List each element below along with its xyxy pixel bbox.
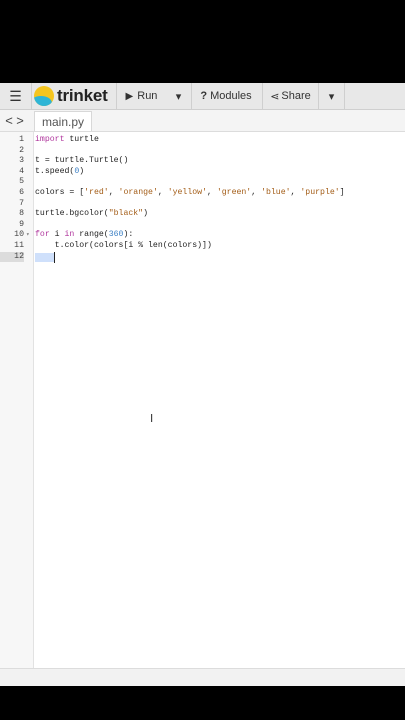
line-number: 3	[19, 156, 24, 166]
share-icon: ⋖	[270, 90, 280, 103]
code-text: turtle.bgcolor("black")	[35, 209, 149, 219]
code-text: t.color(colors[i % len(colors)])	[35, 241, 212, 250]
share-label: Share	[281, 90, 311, 102]
code-line[interactable]: 1 import turtle	[0, 135, 405, 146]
code-text: colors = ['red', 'orange', 'yellow', 'gr…	[35, 188, 345, 197]
question-icon: ?	[200, 90, 208, 102]
line-number: 12	[0, 251, 24, 263]
toolbar: ☰ trinket ▶ Run ▾ ? Modules ⋖ Share ▾	[0, 83, 405, 110]
fold-arrow-icon[interactable]: ▾	[26, 230, 30, 241]
code-line[interactable]: 8 turtle.bgcolor("black")	[0, 209, 405, 220]
code-line[interactable]: 5	[0, 177, 405, 188]
modules-button[interactable]: ? Modules	[192, 83, 260, 109]
forward-arrow-icon[interactable]: >	[14, 112, 26, 128]
run-options-dropdown[interactable]: ▾	[166, 83, 191, 109]
line-number: 7	[19, 198, 24, 208]
code-text: for i in range(360):	[35, 230, 134, 240]
code-text: t.speed(0)	[35, 166, 85, 176]
code-editor[interactable]: 1 import turtle 2 3 t = turtle.Turtle() 4 t.sp…	[0, 132, 405, 668]
code-text: t = turtle.Turtle()	[35, 156, 129, 166]
line-number: 2	[19, 145, 24, 155]
trinket-logo-icon	[34, 86, 54, 106]
share-options-dropdown[interactable]: ▾	[319, 83, 344, 109]
line-number: 11	[14, 241, 24, 250]
run-button[interactable]: ▶ Run	[117, 83, 166, 109]
share-button[interactable]: ⋖ Share	[263, 83, 318, 109]
code-line[interactable]: 9	[0, 220, 405, 231]
line-number: 8	[19, 209, 24, 219]
code-line[interactable]: 4 t.speed(0)	[0, 167, 405, 178]
code-line[interactable]: 11 t.color(colors[i % len(colors)])	[0, 241, 405, 252]
chevron-down-icon: ▾	[175, 90, 182, 103]
play-icon: ▶	[125, 90, 134, 102]
code-line[interactable]: 12	[0, 251, 405, 263]
line-number: 10	[14, 230, 24, 240]
run-label: Run	[137, 90, 158, 102]
line-number: 4	[19, 166, 24, 176]
code-line[interactable]: 10 ▾ for i in range(360):	[0, 230, 405, 241]
file-tab-bar: < > main.py	[0, 110, 405, 132]
divider	[344, 83, 345, 109]
line-number: 9	[19, 219, 24, 229]
code-line[interactable]: 6 colors = ['red', 'orange', 'yellow', 'g…	[0, 188, 405, 199]
text-cursor-icon: I	[150, 412, 154, 425]
tab-main-py[interactable]: main.py	[34, 111, 93, 131]
line-number: 6	[19, 188, 24, 197]
code-line[interactable]: 7	[0, 199, 405, 210]
modules-label: Modules	[210, 90, 252, 102]
hamburger-menu-icon: ☰	[9, 87, 22, 104]
status-bar	[0, 668, 405, 686]
menu-button[interactable]: ☰	[0, 83, 31, 109]
trinket-logo[interactable]: trinket	[34, 86, 108, 106]
trinket-app: ☰ trinket ▶ Run ▾ ? Modules ⋖ Share ▾ < …	[0, 83, 405, 686]
code-line[interactable]: 3 t = turtle.Turtle()	[0, 156, 405, 167]
chevron-down-icon: ▾	[328, 90, 335, 103]
brand-name: trinket	[57, 86, 108, 105]
line-number: 1	[19, 135, 24, 144]
line-number: 5	[19, 177, 24, 187]
divider	[31, 83, 32, 109]
code-text: import turtle	[35, 135, 99, 144]
code-line[interactable]: 2	[0, 146, 405, 157]
